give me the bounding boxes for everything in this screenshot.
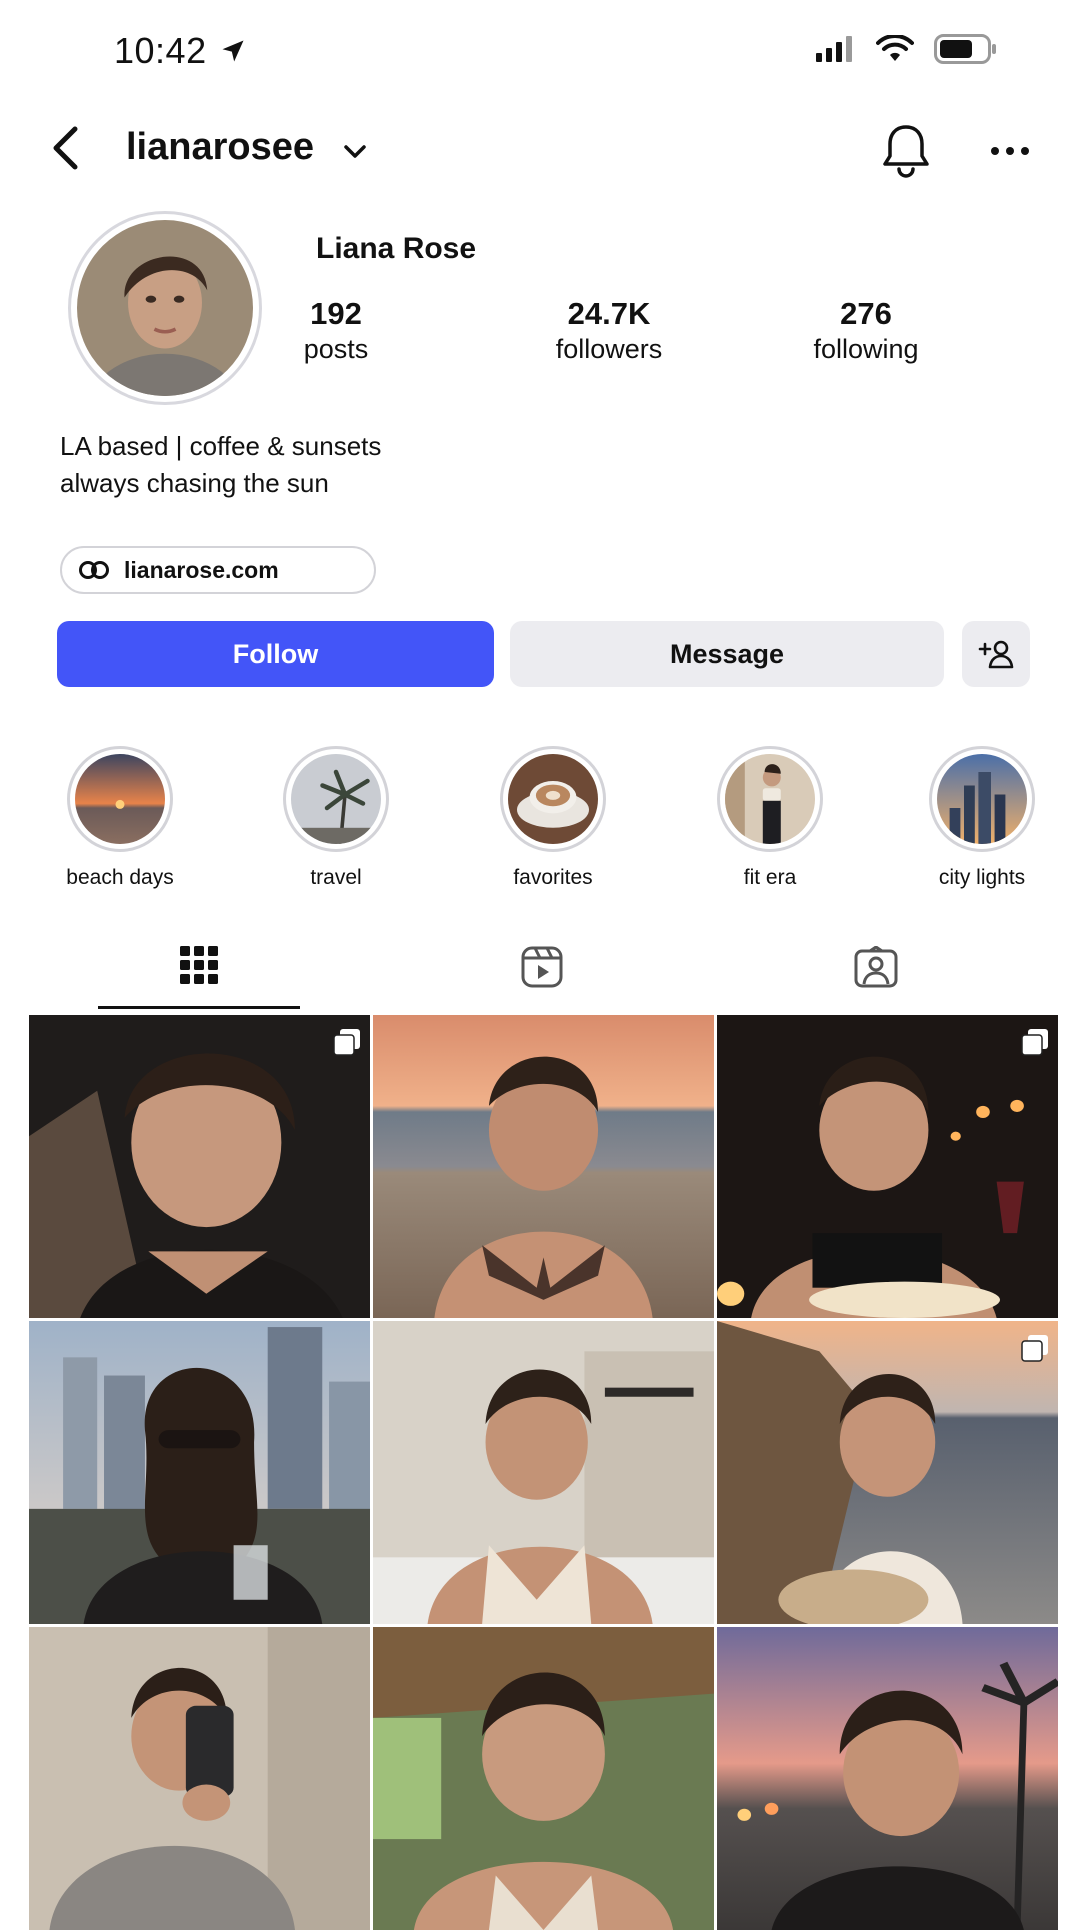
profile-avatar[interactable] (68, 211, 262, 405)
stat-followers[interactable]: 24.7K followers (509, 296, 709, 365)
post-tile[interactable] (373, 1321, 714, 1624)
status-time-text: 10:42 (114, 30, 207, 71)
stat-posts-value: 192 (310, 296, 362, 331)
highlight-favorites[interactable]: favorites (453, 746, 653, 890)
stat-following-label: following (813, 334, 919, 364)
multiple-photos-icon (1021, 1335, 1048, 1362)
stat-followers-label: followers (555, 334, 663, 364)
highlight-label: favorites (513, 866, 593, 889)
post-tile[interactable] (373, 1627, 714, 1930)
active-tab-indicator (98, 1006, 300, 1009)
highlight-label: fit era (743, 866, 797, 889)
bio-line: LA based | coffee & sunsets (60, 431, 382, 461)
highlight-cover (291, 754, 381, 844)
highlight-cover (508, 754, 598, 844)
stat-following[interactable]: 276 following (766, 296, 966, 365)
link-icon (79, 561, 109, 579)
profile-link-text: lianarose.com (124, 556, 279, 583)
header-username[interactable]: lianarosee (126, 126, 314, 169)
chevron-down-icon[interactable] (343, 144, 367, 160)
tagged-icon[interactable] (854, 946, 898, 988)
highlight-cover (725, 754, 815, 844)
highlight-label: travel (310, 866, 362, 889)
highlight-travel[interactable]: travel (236, 746, 436, 890)
post-tile[interactable] (717, 1321, 1058, 1624)
post-tile[interactable] (29, 1321, 370, 1624)
highlight-label: city lights (938, 866, 1026, 889)
add-person-icon (978, 640, 1014, 669)
wifi-icon (876, 35, 914, 61)
highlight-city-lights[interactable]: city lights (882, 746, 1082, 890)
stat-following-value: 276 (840, 296, 892, 331)
post-tile[interactable] (373, 1015, 714, 1318)
location-arrow-icon (222, 40, 244, 62)
suggest-users-button[interactable] (962, 621, 1030, 687)
cellular-signal-icon (816, 36, 852, 62)
post-tile[interactable] (717, 1015, 1058, 1318)
follow-button[interactable]: Follow (57, 621, 494, 687)
post-tile[interactable] (29, 1627, 370, 1930)
highlight-beach-days[interactable]: beach days (20, 746, 220, 890)
more-options-icon[interactable] (990, 144, 1030, 158)
stat-posts-label: posts (303, 334, 369, 364)
notification-bell-icon[interactable] (880, 122, 932, 178)
profile-bio: LA based | coffee & sunsets always chasi… (60, 428, 381, 502)
highlight-cover (75, 754, 165, 844)
multiple-photos-icon (1021, 1029, 1048, 1056)
status-time: 10:42 (114, 30, 247, 72)
battery-icon (934, 34, 996, 64)
profile-link[interactable]: lianarose.com (60, 546, 376, 594)
multiple-photos-icon (333, 1029, 360, 1056)
message-button[interactable]: Message (510, 621, 944, 687)
display-name: Liana Rose (316, 232, 477, 265)
avatar-photo (77, 220, 253, 396)
highlight-label: beach days (66, 866, 174, 889)
bio-line: always chasing the sun (60, 468, 329, 498)
reels-icon[interactable] (521, 946, 563, 988)
stat-followers-value: 24.7K (567, 296, 651, 331)
status-icons (816, 34, 998, 64)
posts-grid (29, 1015, 1058, 1930)
back-arrow-icon[interactable] (50, 125, 80, 171)
highlight-cover (937, 754, 1027, 844)
post-tile[interactable] (29, 1015, 370, 1318)
grid-icon[interactable] (180, 946, 218, 984)
highlight-fit-era[interactable]: fit era (670, 746, 870, 890)
post-tile[interactable] (717, 1627, 1058, 1930)
stat-posts[interactable]: 192 posts (236, 296, 436, 365)
